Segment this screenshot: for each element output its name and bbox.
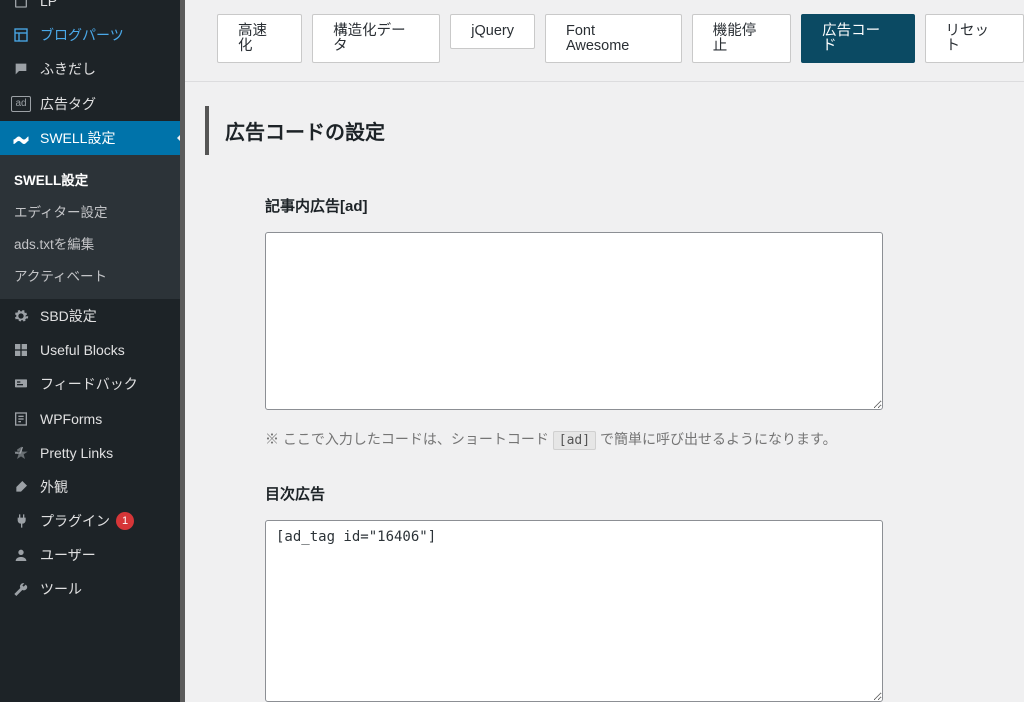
sidebar-item-label: Pretty Links — [40, 444, 113, 462]
admin-sidebar: LP ブログパーツ ふきだし ad 広告タグ SWELL設定 SWELL設定 エ… — [0, 0, 185, 702]
field-in-article-ad: 記事内広告[ad] ※ ここで入力したコードは、ショートコード [ad] で簡単… — [265, 195, 990, 449]
sidebar-item-label: ふきだし — [40, 60, 96, 78]
sidebar-item-plugins[interactable]: プラグイン 1 — [0, 504, 180, 538]
sidebar-item-label: プラグイン — [40, 512, 110, 530]
layout-icon — [10, 27, 32, 43]
sidebar-item-swell-settings[interactable]: SWELL設定 — [0, 121, 180, 155]
page-icon — [10, 0, 32, 9]
settings-panel: 広告コードの設定 記事内広告[ad] ※ ここで入力したコードは、ショートコード… — [185, 82, 1024, 702]
ad-icon: ad — [10, 96, 32, 112]
toc-ad-textarea[interactable] — [265, 520, 883, 702]
in-article-ad-textarea[interactable] — [265, 232, 883, 410]
tab-speed[interactable]: 高速化 — [217, 14, 302, 63]
sidebar-item-users[interactable]: ユーザー — [0, 538, 180, 572]
sidebar-item-appearance[interactable]: 外観 — [0, 470, 180, 504]
wrench-icon — [10, 582, 32, 598]
user-icon — [10, 547, 32, 563]
main-content: 高速化 構造化データ jQuery Font Awesome 機能停止 広告コー… — [185, 0, 1024, 702]
form-icon — [10, 411, 32, 427]
submenu-item-activate[interactable]: アクティベート — [0, 259, 180, 291]
swell-icon — [10, 129, 32, 147]
submenu-item-adstxt[interactable]: ads.txtを編集 — [0, 227, 180, 259]
tab-disable-features[interactable]: 機能停止 — [692, 14, 791, 63]
field-label: 記事内広告[ad] — [265, 195, 990, 216]
sidebar-item-lp[interactable]: LP — [0, 0, 180, 18]
sidebar-item-label: フィードバック — [40, 375, 138, 393]
gear-icon — [10, 308, 32, 324]
sidebar-item-pretty-links[interactable]: Pretty Links — [0, 436, 180, 470]
tab-reset[interactable]: リセット — [925, 14, 1024, 63]
field-toc-ad: 目次広告 — [265, 483, 990, 702]
helper-text: ※ ここで入力したコードは、ショートコード [ad] で簡単に呼び出せるようにな… — [265, 429, 990, 449]
tab-jquery[interactable]: jQuery — [450, 14, 535, 49]
star-icon — [10, 445, 32, 461]
sidebar-item-label: 広告タグ — [40, 95, 96, 113]
speech-icon — [10, 61, 32, 77]
update-badge: 1 — [116, 512, 134, 530]
grid-icon — [10, 342, 32, 358]
sidebar-item-label: LP — [40, 0, 57, 10]
sidebar-item-wpforms[interactable]: WPForms — [0, 402, 180, 436]
tab-ad-code[interactable]: 広告コード — [801, 14, 914, 63]
section-title: 広告コードの設定 — [205, 106, 990, 155]
submenu-item-editor[interactable]: エディター設定 — [0, 195, 180, 227]
sidebar-item-label: ユーザー — [40, 546, 96, 564]
tab-structured-data[interactable]: 構造化データ — [312, 14, 440, 63]
sidebar-item-label: SBD設定 — [40, 307, 97, 325]
sidebar-item-label: ブログパーツ — [40, 26, 124, 44]
tab-font-awesome[interactable]: Font Awesome — [545, 14, 682, 63]
field-label: 目次広告 — [265, 483, 990, 504]
sidebar-item-label: SWELL設定 — [40, 129, 115, 147]
settings-tabs: 高速化 構造化データ jQuery Font Awesome 機能停止 広告コー… — [185, 0, 1024, 82]
submenu-item-swell[interactable]: SWELL設定 — [0, 163, 180, 195]
sidebar-item-feedback[interactable]: フィードバック — [0, 367, 180, 401]
sidebar-item-label: Useful Blocks — [40, 341, 125, 359]
helper-after: で簡単に呼び出せるようになります。 — [600, 431, 837, 447]
sidebar-item-ad-tag[interactable]: ad 広告タグ — [0, 87, 180, 121]
helper-before: ※ ここで入力したコードは、ショートコード — [265, 431, 549, 447]
sidebar-item-label: WPForms — [40, 410, 102, 428]
feedback-icon — [10, 376, 32, 392]
sidebar-item-blog-parts[interactable]: ブログパーツ — [0, 18, 180, 52]
sidebar-item-label: ツール — [40, 580, 82, 598]
brush-icon — [10, 479, 32, 495]
active-tab-highlight: 広告コード — [801, 14, 914, 63]
sidebar-item-useful-blocks[interactable]: Useful Blocks — [0, 333, 180, 367]
helper-shortcode: [ad] — [553, 431, 596, 450]
sidebar-item-tools[interactable]: ツール — [0, 572, 180, 606]
sidebar-item-fukidashi[interactable]: ふきだし — [0, 52, 180, 86]
plug-icon — [10, 513, 32, 529]
sidebar-item-sbd[interactable]: SBD設定 — [0, 299, 180, 333]
sidebar-item-label: 外観 — [40, 478, 68, 496]
sidebar-submenu: SWELL設定 エディター設定 ads.txtを編集 アクティベート — [0, 155, 180, 299]
